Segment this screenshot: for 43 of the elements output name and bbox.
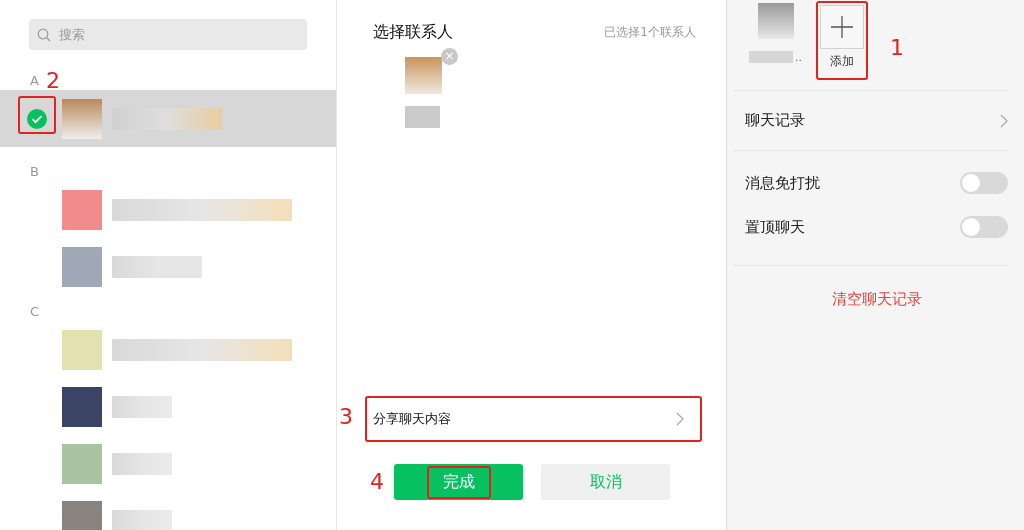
blurred-name (112, 395, 172, 418)
toggle-switch[interactable] (960, 172, 1008, 194)
setting-label: 聊天记录 (745, 111, 805, 130)
avatar-placeholder (62, 386, 102, 427)
remove-button[interactable]: × (441, 48, 458, 65)
search-input[interactable]: 搜索 (57, 26, 299, 43)
check-circle-icon (27, 108, 47, 129)
add-label: 添加 (830, 53, 854, 70)
setting-label: 置顶聊天 (745, 217, 805, 237)
avatar-placeholder (757, 3, 794, 39)
annotation-frame (426, 465, 491, 499)
section-letter: C (30, 304, 40, 319)
blurred-name (749, 51, 793, 63)
plus-icon (831, 16, 853, 38)
annotation-number: 3 (339, 406, 353, 428)
cancel-button[interactable]: 取消 (541, 464, 670, 500)
done-button[interactable]: 完成 (394, 464, 523, 500)
avatar-placeholder (62, 443, 102, 484)
search-field[interactable]: 搜索 (29, 19, 307, 50)
blurred-name (112, 452, 172, 475)
section-letter: A (30, 73, 39, 88)
avatar-placeholder (62, 246, 102, 287)
setting-label: 消息免打扰 (745, 173, 820, 193)
section-letter: B (30, 164, 39, 179)
blurred-name (112, 509, 172, 530)
name-ellipsis: .. (795, 52, 802, 63)
search-icon (37, 27, 51, 42)
chevron-right-icon (1000, 113, 1008, 128)
toggle-switch[interactable] (960, 216, 1008, 238)
blurred-name (405, 106, 440, 128)
add-button[interactable] (820, 5, 864, 49)
avatar-placeholder (405, 57, 442, 94)
dialog-title: 选择联系人 (373, 22, 453, 43)
selected-count: 已选择1个联系人 (604, 24, 696, 41)
chevron-right-icon (676, 412, 684, 426)
avatar-placeholder (62, 98, 102, 139)
avatar-placeholder (62, 329, 102, 370)
avatar-placeholder (62, 500, 102, 530)
annotation-number: 2 (46, 70, 60, 92)
annotation-number: 1 (890, 37, 904, 59)
avatar-placeholder (62, 189, 102, 230)
clear-history-button[interactable]: 清空聊天记录 (819, 288, 922, 309)
annotation-number: 4 (370, 471, 384, 493)
